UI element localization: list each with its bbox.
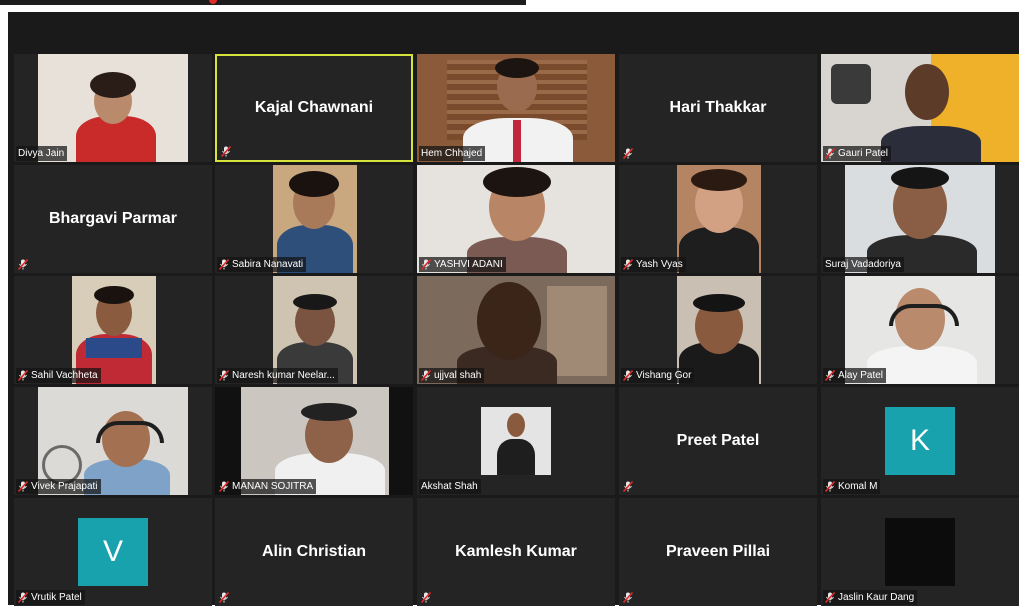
participant-name-label: Naresh kumar Neelar... [217,368,338,383]
participant-tile[interactable]: Sahil Vachheta [14,276,212,384]
participant-tile[interactable]: Yash Vyas [619,165,817,273]
participant-name-label: Vishang Gor [621,368,695,383]
participant-name: Kajal Chawnani [254,99,374,116]
mic-muted-icon [221,146,231,157]
participant-name: Preet Patel [676,432,760,449]
participant-tile[interactable]: Alay Patel [821,276,1019,384]
mic-muted-icon [219,592,229,603]
mic-muted-icon [623,592,633,603]
participant-tile[interactable]: Preet Patel [619,387,817,495]
profile-avatar: K [885,407,955,475]
participant-name-label: Alay Patel [823,368,887,383]
participant-tile[interactable]: Hari Thakkar [619,54,817,162]
mic-muted-icon [623,259,633,270]
participant-tile[interactable]: Gauri Patel [821,54,1019,162]
participant-name-label: Hem Chhajed [419,146,486,161]
mic-muted-icon [623,481,633,492]
participant-name-label: Komal M [823,479,881,494]
participant-tile[interactable]: K Komal M [821,387,1019,495]
participant-name: Alin Christian [261,543,366,560]
video-feed [677,165,761,273]
mic-muted-icon [421,259,431,270]
top-window-strip [0,0,526,5]
participant-name: Hari Thakkar [669,99,767,116]
participant-name: Bhargavi Parmar [48,210,178,227]
mic-muted-icon [623,370,633,381]
participant-name-label: Gauri Patel [823,146,892,161]
participant-name-label: Vivek Prajapati [16,479,101,494]
mic-muted-icon [825,370,835,381]
participant-tile[interactable]: Naresh kumar Neelar... [215,276,413,384]
participant-tile[interactable]: Divya Jain [14,54,212,162]
mic-muted-icon [18,592,28,603]
participant-name-label: Jaslin Kaur Dang [823,590,918,605]
mic-muted-icon [18,259,28,270]
participant-tile[interactable]: Jaslin Kaur Dang [821,498,1019,606]
mic-muted-icon [219,259,229,270]
participant-name-label: Yash Vyas [621,257,686,272]
video-gallery: Divya Jain Kajal Chawnani Hem Chhajed Ha… [8,12,1019,606]
mic-muted-icon [825,592,835,603]
participant-tile[interactable]: MANAN SOJITRA [215,387,413,495]
participant-tile[interactable]: Hem Chhajed [417,54,615,162]
mic-muted-icon [825,148,835,159]
participant-tile[interactable]: V Vrutik Patel [14,498,212,606]
participant-name-label: Sabira Nanavati [217,257,307,272]
participant-tile[interactable]: Akshat Shah [417,387,615,495]
participant-name-label: ujjval shah [419,368,485,383]
participant-tile[interactable]: Kamlesh Kumar [417,498,615,606]
mic-muted-icon [219,370,229,381]
participant-tile[interactable]: Alin Christian [215,498,413,606]
profile-avatar [885,518,955,586]
participant-tile[interactable]: YASHVI ADANI [417,165,615,273]
mic-muted-icon [825,481,835,492]
participant-name: Praveen Pillai [665,543,771,560]
participant-tile[interactable]: Bhargavi Parmar [14,165,212,273]
participant-tile[interactable]: Suraj Vadadoriya [821,165,1019,273]
participant-name-label: YASHVI ADANI [419,257,506,272]
participant-name-label: Akshat Shah [419,479,481,494]
mic-muted-icon [18,481,28,492]
participant-tile[interactable]: Sabira Nanavati [215,165,413,273]
participant-tile[interactable]: Vivek Prajapati [14,387,212,495]
participant-name-label: Suraj Vadadoriya [823,257,904,272]
participant-name-label: MANAN SOJITRA [217,479,317,494]
participant-name-label: Sahil Vachheta [16,368,101,383]
participant-tile[interactable]: Vishang Gor [619,276,817,384]
mic-muted-icon [18,370,28,381]
participant-name-label: Divya Jain [16,146,68,161]
mic-muted-icon [421,370,431,381]
video-feed [481,407,551,475]
profile-avatar: V [78,518,148,586]
mic-muted-icon [623,148,633,159]
mic-muted-icon [421,592,431,603]
participant-tile-active-speaker[interactable]: Kajal Chawnani [215,54,413,162]
mic-muted-icon [219,481,229,492]
participant-tile[interactable]: ujjval shah [417,276,615,384]
participant-name: Kamlesh Kumar [455,543,577,560]
participant-tile[interactable]: Praveen Pillai [619,498,817,606]
participant-name-label: Vrutik Patel [16,590,85,605]
